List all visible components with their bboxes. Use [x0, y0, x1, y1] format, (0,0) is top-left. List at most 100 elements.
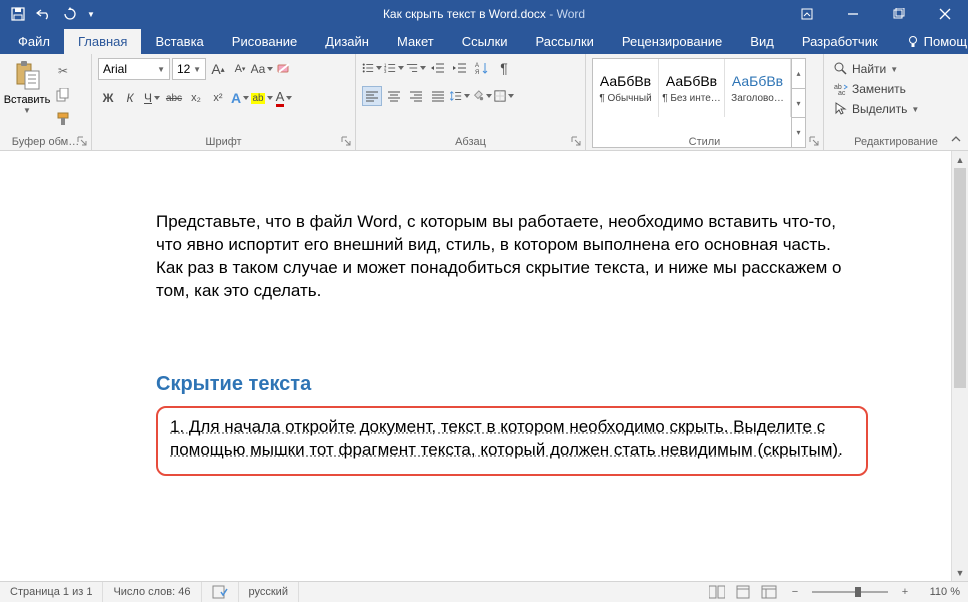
ribbon: Вставить ▼ ✂ Буфер обм… Arial▼ 12▼ — [0, 54, 968, 151]
clipboard-dialog-launcher[interactable] — [76, 135, 88, 147]
shrink-font-button[interactable]: A▾ — [230, 59, 250, 79]
save-button[interactable] — [6, 2, 30, 26]
word-count[interactable]: Число слов: 46 — [103, 582, 201, 602]
tab-mailings[interactable]: Рассылки — [522, 29, 608, 54]
justify-button[interactable] — [428, 86, 448, 106]
tab-developer[interactable]: Разработчик — [788, 29, 892, 54]
web-layout-button[interactable] — [758, 583, 780, 601]
read-mode-button[interactable] — [706, 583, 728, 601]
tab-view[interactable]: Вид — [736, 29, 788, 54]
font-dialog-launcher[interactable] — [340, 135, 352, 147]
strikethrough-button[interactable]: abc — [164, 88, 184, 108]
zoom-out-button[interactable]: − — [784, 583, 806, 601]
find-button[interactable]: Найти ▼ — [830, 60, 923, 78]
language-indicator[interactable]: русский — [239, 582, 299, 602]
increase-indent-button[interactable] — [450, 58, 470, 78]
decrease-indent-button[interactable] — [428, 58, 448, 78]
highlight-button[interactable]: ab — [252, 88, 272, 108]
proofing-icon — [212, 585, 228, 599]
svg-text:A: A — [475, 63, 479, 69]
group-styles: АаБбВв ¶ Обычный АаБбВв ¶ Без инте… АаБб… — [586, 54, 824, 150]
paint-bucket-icon — [472, 89, 484, 103]
tab-file[interactable]: Файл — [4, 29, 64, 54]
paragraph-dialog-launcher[interactable] — [570, 135, 582, 147]
tab-review[interactable]: Рецензирование — [608, 29, 736, 54]
svg-text:Я: Я — [475, 70, 479, 75]
styles-scroll-down[interactable]: ▾ — [792, 89, 805, 119]
multilevel-list-button[interactable] — [406, 58, 426, 78]
tab-design[interactable]: Дизайн — [311, 29, 383, 54]
zoom-level[interactable]: 110 % — [920, 586, 960, 598]
borders-icon — [494, 89, 506, 103]
zoom-thumb[interactable] — [855, 587, 861, 597]
tab-draw[interactable]: Рисование — [218, 29, 311, 54]
titlebar: ▼ Как скрыть текст в Word.docx - Word — [0, 0, 968, 28]
tab-references[interactable]: Ссылки — [448, 29, 522, 54]
ribbon-display-options[interactable] — [784, 0, 830, 28]
scroll-up-button[interactable]: ▲ — [952, 151, 968, 168]
borders-button[interactable] — [494, 86, 514, 106]
vertical-scrollbar[interactable]: ▲ ▼ — [951, 151, 968, 581]
format-painter-button[interactable] — [52, 108, 74, 130]
underline-button[interactable]: Ч — [142, 88, 162, 108]
align-right-button[interactable] — [406, 86, 426, 106]
selected-paragraph[interactable]: 1. Для начала откройте документ, текст в… — [170, 416, 854, 462]
minimize-button[interactable] — [830, 0, 876, 28]
change-case-button[interactable]: Aa — [252, 59, 272, 79]
redo-button[interactable] — [58, 2, 82, 26]
document-area[interactable]: Представьте, что в файл Word, с которым … — [0, 151, 951, 581]
zoom-slider: − + — [784, 583, 916, 601]
heading[interactable]: Скрытие текста — [156, 373, 927, 396]
select-button[interactable]: Выделить ▼ — [830, 100, 923, 118]
page-indicator[interactable]: Страница 1 из 1 — [0, 582, 103, 602]
italic-button[interactable]: К — [120, 88, 140, 108]
clear-formatting-button[interactable] — [274, 59, 294, 79]
cut-button[interactable]: ✂ — [52, 60, 74, 82]
font-color-button[interactable]: A — [274, 88, 294, 108]
paragraph-label: Абзац — [356, 136, 585, 148]
scroll-thumb[interactable] — [954, 168, 966, 388]
print-layout-button[interactable] — [732, 583, 754, 601]
paste-button[interactable]: Вставить ▼ — [6, 58, 48, 148]
zoom-track[interactable] — [812, 591, 888, 593]
style-no-spacing[interactable]: АаБбВв ¶ Без инте… — [659, 59, 725, 117]
maximize-button[interactable] — [876, 0, 922, 28]
superscript-button[interactable]: x² — [208, 88, 228, 108]
shading-button[interactable] — [472, 86, 492, 106]
qat-customize[interactable]: ▼ — [84, 2, 98, 26]
align-center-button[interactable] — [384, 86, 404, 106]
ribbon-tabs: Файл Главная Вставка Рисование Дизайн Ма… — [0, 28, 968, 54]
bold-button[interactable]: Ж — [98, 88, 118, 108]
group-editing: Найти ▼ abac Заменить Выделить ▼ Редакти… — [824, 54, 968, 150]
style-heading1[interactable]: АаБбВв Заголово… — [725, 59, 791, 117]
bullets-button[interactable] — [362, 58, 382, 78]
show-paragraph-marks-button[interactable]: ¶ — [494, 58, 514, 78]
font-name-combo[interactable]: Arial▼ — [98, 58, 170, 80]
body-paragraph[interactable]: Представьте, что в файл Word, с которым … — [156, 211, 856, 303]
styles-scroll-up[interactable]: ▴ — [792, 59, 805, 89]
line-spacing-icon — [450, 89, 462, 103]
font-size-combo[interactable]: 12▼ — [172, 58, 206, 80]
tab-insert[interactable]: Вставка — [141, 29, 217, 54]
text-effects-button[interactable]: A — [230, 88, 250, 108]
scroll-down-button[interactable]: ▼ — [952, 564, 968, 581]
numbering-button[interactable]: 123 — [384, 58, 404, 78]
tab-layout[interactable]: Макет — [383, 29, 448, 54]
close-button[interactable] — [922, 0, 968, 28]
line-spacing-button[interactable] — [450, 86, 470, 106]
align-left-button[interactable] — [362, 86, 382, 106]
tab-home[interactable]: Главная — [64, 29, 141, 54]
undo-button[interactable] — [32, 2, 56, 26]
styles-dialog-launcher[interactable] — [808, 135, 820, 147]
style-normal[interactable]: АаБбВв ¶ Обычный — [593, 59, 659, 117]
subscript-button[interactable]: x₂ — [186, 88, 206, 108]
brush-icon — [56, 112, 70, 126]
grow-font-button[interactable]: A▴ — [208, 59, 228, 79]
collapse-ribbon-button[interactable] — [948, 133, 964, 147]
copy-button[interactable] — [52, 84, 74, 106]
replace-button[interactable]: abac Заменить — [830, 80, 923, 98]
sort-button[interactable]: AЯ — [472, 58, 492, 78]
tell-me[interactable]: Помощн — [892, 29, 968, 54]
zoom-in-button[interactable]: + — [894, 583, 916, 601]
spell-check-status[interactable] — [202, 582, 239, 602]
